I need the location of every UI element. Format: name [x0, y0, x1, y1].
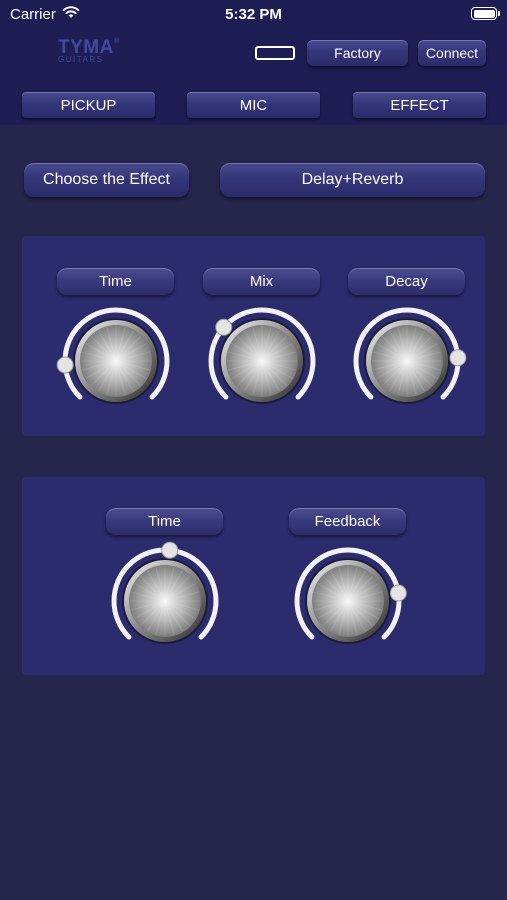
factory-button[interactable]: Factory [307, 40, 408, 66]
status-battery-icon [471, 7, 500, 20]
logo-registered: ® [113, 38, 120, 45]
device-battery-icon [255, 46, 295, 60]
connect-button[interactable]: Connect [418, 40, 486, 66]
tab-mic[interactable]: MIC [187, 92, 320, 118]
knob-handle [161, 541, 179, 559]
header: Carrier 5:32 PM TYMA® GUITARS Factory Co… [0, 0, 507, 125]
tab-pickup[interactable]: PICKUP [22, 92, 155, 118]
knob-label-time: Time [57, 268, 174, 295]
knob-panel-bottom [22, 477, 485, 675]
knob-label-feedback: Feedback [289, 508, 406, 535]
knob-handle [449, 349, 467, 367]
tab-effect[interactable]: EFFECT [353, 92, 486, 118]
knob-label-mix: Mix [203, 268, 320, 295]
clock: 5:32 PM [225, 6, 282, 23]
knob-handle [56, 356, 74, 374]
knob-handle [215, 318, 233, 336]
knob-handle [389, 584, 407, 602]
time-knob-2[interactable] [109, 541, 221, 657]
status-bar: Carrier 5:32 PM [0, 0, 507, 30]
knob-label-decay: Decay [348, 268, 465, 295]
mix-knob[interactable] [206, 305, 318, 417]
time-knob[interactable] [56, 305, 172, 417]
choose-effect-label: Choose the Effect [24, 163, 189, 197]
decay-knob[interactable] [351, 305, 467, 417]
feedback-knob[interactable] [292, 545, 407, 657]
brand-logo: TYMA® GUITARS [58, 38, 120, 64]
effect-select-button[interactable]: Delay+Reverb [220, 163, 485, 197]
knob-label-time-2: Time [106, 508, 223, 535]
